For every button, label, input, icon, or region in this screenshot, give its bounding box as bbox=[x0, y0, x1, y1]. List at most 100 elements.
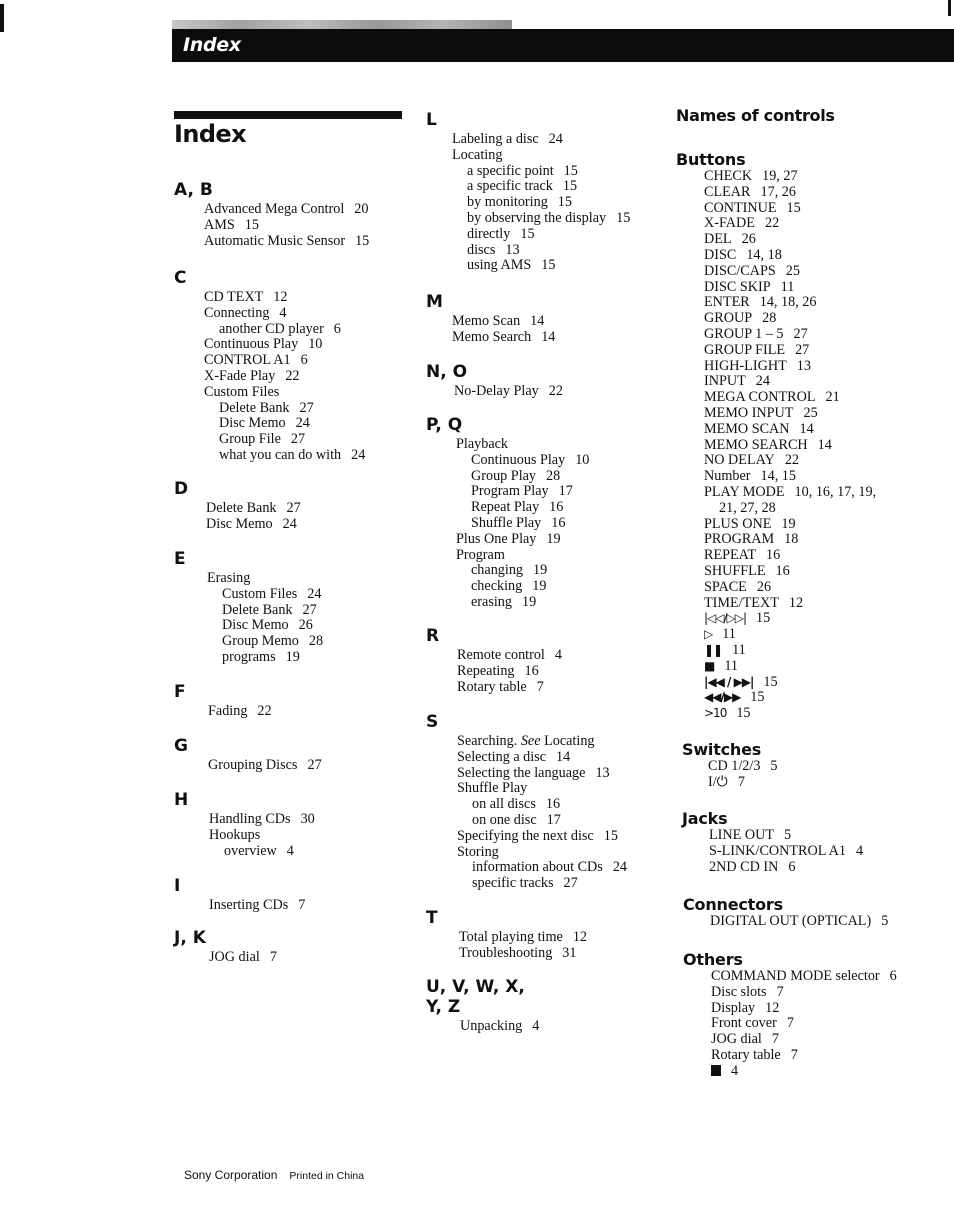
index-entry: directly 15 bbox=[452, 225, 630, 243]
page-number: 15 bbox=[541, 257, 556, 274]
section-letter: J, K bbox=[174, 928, 206, 948]
index-entry: Labeling a disc 24 bbox=[452, 131, 630, 148]
page-number: 17 bbox=[558, 483, 573, 500]
index-section: J, K JOG dial 7 bbox=[174, 928, 277, 966]
entry-term: Specifying the next disc bbox=[457, 827, 594, 844]
page-number: 5 bbox=[784, 827, 792, 843]
page-number: 4 bbox=[554, 647, 562, 663]
index-entry: MEMO INPUT 25 bbox=[704, 405, 876, 422]
entry-term: overview bbox=[224, 842, 277, 859]
scan-margin-mark bbox=[948, 0, 951, 16]
section-letter: M bbox=[426, 292, 443, 312]
entry-term: Disc slots bbox=[711, 983, 767, 1000]
entry-term: SPACE bbox=[704, 578, 747, 595]
section-letter: U, V, W, X, Y, Z bbox=[426, 977, 525, 1017]
entry-term: NO DELAY bbox=[704, 452, 775, 469]
entry-term: MEMO SEARCH bbox=[704, 436, 808, 453]
page-number: 14, 18, 26 bbox=[759, 294, 817, 311]
section-letter: S bbox=[426, 712, 439, 732]
index-section: R Remote control 4 Repeating 16 Rotary table 7 bbox=[426, 626, 562, 695]
entry-term: Unpacking bbox=[460, 1018, 523, 1034]
entry-term: programs bbox=[222, 648, 276, 665]
index-entry: by monitoring 15 bbox=[452, 194, 630, 211]
entry-term: a specific point bbox=[467, 162, 554, 179]
entry-term: Disc Memo bbox=[222, 617, 289, 634]
index-entry: CD TEXT 12 bbox=[204, 289, 365, 306]
index-entry: COMMAND MODE selector 6 bbox=[711, 968, 897, 985]
page-number: 15 bbox=[736, 705, 751, 722]
page-number: 16 bbox=[775, 562, 790, 579]
section-entries: Delete Bank 27 Disc Memo 24 bbox=[174, 500, 301, 533]
page-number: 27 bbox=[307, 757, 322, 773]
index-entry: SPACE 26 bbox=[704, 578, 876, 596]
page-number: 17 bbox=[546, 811, 561, 828]
index-entry: ◀◀/▶▶ 15 bbox=[704, 689, 876, 706]
page-number: 6 bbox=[889, 968, 897, 984]
section-letter: A, B bbox=[174, 180, 213, 200]
page-number: 7 bbox=[298, 897, 306, 913]
index-section: T Total playing time 12 Troubleshooting 31 bbox=[426, 908, 587, 962]
index-entry: Playback bbox=[456, 436, 589, 453]
entry-term: checking bbox=[471, 578, 523, 595]
page-number: 30 bbox=[300, 811, 315, 827]
entry-term: Handling CDs bbox=[209, 811, 291, 827]
page-number: 7 bbox=[790, 1046, 798, 1063]
index-entry: Handling CDs 30 bbox=[209, 811, 315, 828]
page-number: 22 bbox=[285, 367, 300, 384]
index-entry: Remote control 4 bbox=[457, 647, 562, 664]
index-entry: Plus One Play 19 bbox=[456, 531, 589, 548]
page-number: 19 bbox=[532, 578, 547, 595]
entry-term: COMMAND MODE selector bbox=[711, 968, 880, 984]
page-number: 26 bbox=[298, 617, 313, 634]
index-entry: on one disc 17 bbox=[457, 811, 627, 829]
entry-term: Automatic Music Sensor bbox=[204, 232, 346, 249]
page-number: 27 bbox=[793, 325, 808, 342]
page-number: 12 bbox=[788, 594, 804, 611]
index-entry: JOG dial 7 bbox=[209, 949, 277, 966]
entry-term: AMS bbox=[204, 216, 235, 233]
entry-term: Selecting the language bbox=[457, 764, 586, 781]
page-number: 15 bbox=[763, 673, 778, 690]
section-letter: D bbox=[174, 479, 189, 499]
index-section: P, Q Playback Continuous Play 10 Group Play 2… bbox=[426, 415, 589, 611]
index-entry: Delete Bank 27 bbox=[206, 500, 301, 517]
index-section: E Erasing Custom Files 24 Delete Bank 27 Disc … bbox=[174, 549, 323, 666]
index-entry: |◁◁/▷▷| 15 bbox=[704, 610, 876, 627]
index-entry: Troubleshooting 31 bbox=[459, 945, 587, 962]
index-entry: Repeating 16 bbox=[457, 663, 562, 680]
skip-back-forward-outline-icon: |◁◁/▷▷| bbox=[704, 611, 747, 626]
page-number: 19, 27 bbox=[762, 168, 798, 184]
entry-term: Shuffle Play bbox=[457, 780, 528, 797]
entry-term: I/⏻ bbox=[708, 773, 728, 790]
entry-term: REPEAT bbox=[704, 547, 757, 564]
entry-term: CD TEXT bbox=[204, 289, 264, 305]
page-number: 13 bbox=[505, 241, 520, 258]
entry-term: by monitoring bbox=[467, 194, 548, 211]
entry-term: GROUP FILE bbox=[704, 341, 786, 358]
index-entry: I/⏻ 7 bbox=[708, 773, 778, 791]
index-section: A, B Advanced Mega Control 20 AMS 15 Automati… bbox=[174, 180, 369, 249]
index-entry: Storing bbox=[457, 844, 627, 861]
index-entry: changing 19 bbox=[456, 562, 589, 579]
index-entry: SHUFFLE 16 bbox=[704, 562, 876, 580]
page-number: 7 bbox=[786, 1015, 794, 1032]
page-number: 27 bbox=[302, 601, 317, 618]
page-number: 26 bbox=[756, 578, 772, 595]
index-entry: discs 13 bbox=[452, 241, 630, 259]
entry-term: INPUT bbox=[704, 373, 746, 390]
page-number: 15 bbox=[557, 194, 572, 211]
index-entry: what you can do with 24 bbox=[204, 447, 365, 464]
index-section: H Handling CDs 30 Hookups overview 4 bbox=[174, 790, 315, 859]
entry-term: JOG dial bbox=[711, 1031, 762, 1048]
index-entry: INPUT 24 bbox=[704, 373, 876, 390]
entry-term: GROUP 1 – 5 bbox=[704, 325, 784, 342]
page-number: 7 bbox=[737, 773, 745, 790]
entry-term: Delete Bank bbox=[219, 399, 290, 416]
page-number: 12 bbox=[765, 999, 780, 1016]
page-number: 24 bbox=[548, 131, 563, 147]
index-entry: Advanced Mega Control 20 bbox=[204, 201, 369, 218]
index-section: F Fading 22 bbox=[174, 682, 272, 720]
page-number: 15 bbox=[520, 225, 535, 242]
entry-term: Erasing bbox=[207, 570, 251, 586]
index-section: D Delete Bank 27 Disc Memo 24 bbox=[174, 479, 301, 533]
